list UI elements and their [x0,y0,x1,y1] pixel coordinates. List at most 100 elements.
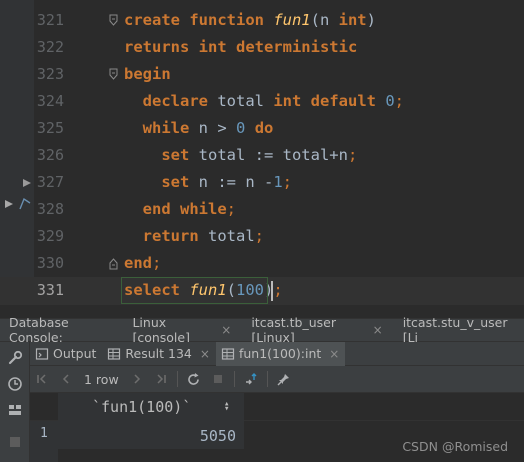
stop-icon [213,375,222,383]
code-token: ; [282,173,293,191]
line-number: 330 [36,254,64,272]
code-token: 0 [385,92,395,110]
column-header-fun1[interactable]: `fun1(100)` ▴ ▾ [58,393,244,421]
code-token: create function [124,11,274,29]
bookmark-icon [19,197,31,210]
line-number: 325 [36,119,64,137]
fold-close-icon[interactable] [107,257,120,270]
result-tabbar: Output Result 134 × fun1(100):int × [30,341,524,366]
tab-result-134[interactable]: Result 134 × [102,342,216,366]
fold-open-icon[interactable] [107,14,120,27]
line-number: 323 [36,65,64,83]
console-tab-label: itcast.tb_user [Linux] [251,315,336,345]
close-icon[interactable]: × [221,323,231,337]
first-page-button[interactable] [30,367,54,391]
code-token: total := total+n [189,146,348,164]
line-number: 326 [36,146,64,164]
stop-button[interactable] [206,367,230,391]
tab-label: Result 134 [125,346,192,361]
code-token: 1 [273,173,283,191]
chevron-right-icon [134,374,140,384]
stop-icon[interactable] [7,434,23,450]
code-token: returns int deterministic [124,38,358,56]
code-token: n > [189,119,237,137]
code-token: return [142,227,199,245]
code-token: int [338,11,367,29]
close-icon[interactable]: × [200,347,210,361]
toolbar-separator [233,371,235,387]
code-line[interactable]: begin [124,61,171,88]
console-tab-tb-user[interactable]: itcast.tb_user [Linux] × [243,315,394,345]
code-line[interactable]: create function fun1(n int) [124,7,376,34]
code-token: ; [226,200,237,218]
table-icon [221,347,235,360]
database-console-label: Database Console: [9,315,69,345]
execution-pointer-icon[interactable] [4,199,14,209]
layout-icon[interactable] [7,402,23,418]
tab-output[interactable]: Output [30,342,102,366]
code-line[interactable]: returns int deterministic [124,34,357,61]
first-page-icon [37,374,46,384]
code-line[interactable]: return total; [124,223,264,250]
code-token: end [124,254,152,272]
sort-icon[interactable]: ▴ ▾ [224,400,229,414]
last-page-button[interactable] [149,367,173,391]
breakpoint-arrow-icon[interactable] [22,178,32,188]
chevron-left-icon [62,374,69,384]
tab-fun1-result[interactable]: fun1(100):int × [215,341,346,366]
row-count-selector[interactable]: 1 row [78,372,125,387]
text-cursor [271,281,273,301]
next-page-button[interactable] [125,367,149,391]
console-tab-label: Linux [console] [132,315,190,345]
clock-icon[interactable] [7,376,23,392]
tab-label: Output [53,346,97,361]
tab-label: fun1(100):int [238,346,322,361]
previous-page-button[interactable] [54,367,78,391]
fold-open-icon[interactable] [107,68,120,81]
close-icon[interactable]: × [329,347,339,361]
last-page-icon [157,374,166,384]
line-number: 321 [36,11,64,29]
code-token: (n [310,11,339,29]
code-token: n := n - [189,173,274,191]
line-number: 322 [36,38,64,56]
toolbar-separator [176,371,178,387]
code-token: ; [152,254,162,272]
code-token: begin [124,65,171,83]
code-token: set [161,173,190,191]
pin-button[interactable] [272,367,296,391]
close-icon[interactable]: × [373,323,383,337]
code-line[interactable]: while n > 0 do [124,115,274,142]
code-token: do [254,119,274,137]
code-token: 0 [236,119,246,137]
console-tab-stu-v-user[interactable]: itcast.stu_v_user [Li [395,315,524,345]
code-token: set [161,146,190,164]
wrench-icon[interactable] [7,350,23,366]
code-line[interactable]: end while; [124,196,236,223]
row-number: 1 [40,426,48,441]
console-tab-linux[interactable]: Linux [console] × [124,315,243,345]
statement-highlight-box [121,277,268,304]
table-cell[interactable]: 5050 [58,421,244,449]
code-line[interactable]: set n := n -1; [124,169,292,196]
code-line[interactable]: set total := total+n; [124,142,357,169]
code-editor[interactable]: 321 create function fun1(n int) 322 returns… [0,0,524,318]
code-line[interactable]: end; [124,250,161,277]
grid-header-row: `fun1(100)` ▴ ▾ [30,393,524,421]
toolbar-separator [266,371,268,387]
transpose-arrows-icon [245,373,257,385]
code-line[interactable]: declare total int default 0; [124,88,404,115]
transpose-button[interactable] [239,367,263,391]
line-number: 331 [36,281,64,299]
code-token: ; [254,227,265,245]
result-grid: `fun1(100)` ▴ ▾ 1 5050 CSDN @Romised [30,393,524,462]
code-token: fun1 [273,11,311,29]
table-icon [108,347,121,360]
console-tab-label: itcast.stu_v_user [Li [402,315,508,345]
refresh-button[interactable] [182,367,206,391]
